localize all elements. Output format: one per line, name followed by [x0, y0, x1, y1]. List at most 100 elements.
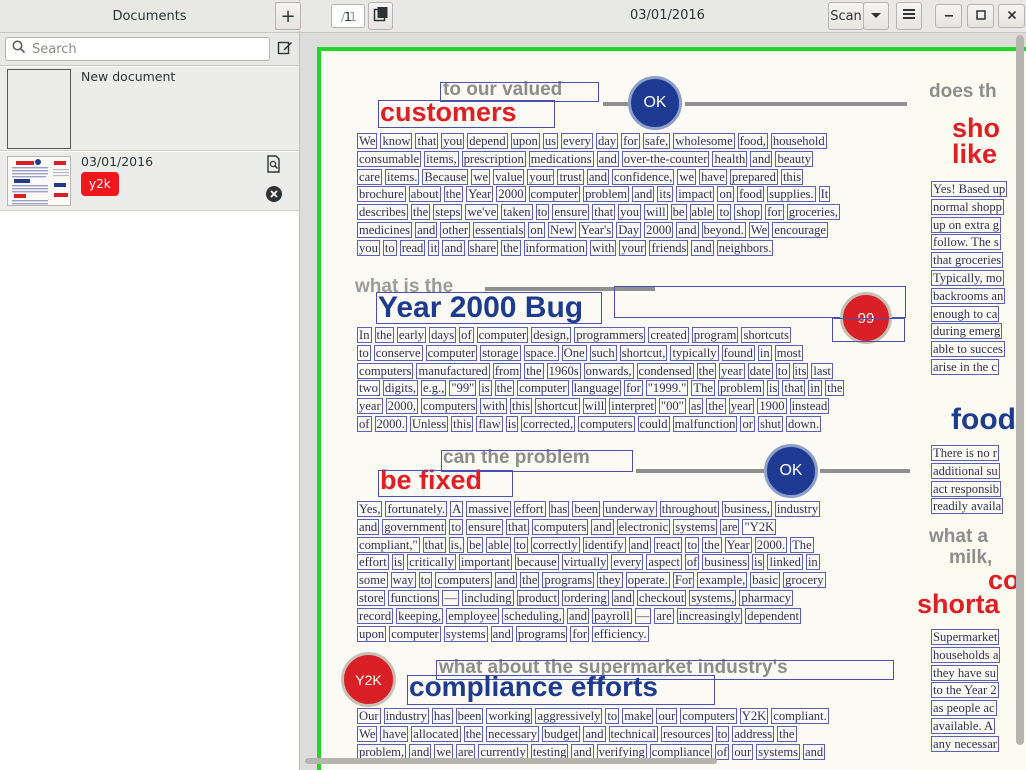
ocr-word: including — [461, 589, 514, 606]
delete-document-button[interactable] — [262, 184, 285, 207]
ocr-word: ensure — [466, 518, 504, 535]
text-line: In the early days of computer design, programme… — [357, 327, 897, 345]
ocr-word: computers — [421, 398, 478, 415]
ok-badge: OK — [764, 444, 818, 498]
ocr-word: flaw — [476, 415, 503, 432]
ocr-word: is — [479, 380, 492, 397]
ocr-word: typically — [670, 344, 719, 361]
minimize-button[interactable] — [935, 4, 962, 28]
right-paragraph-1: Yes! Based up normal shopp up on extra g fo… — [931, 181, 1026, 377]
ocr-word: For — [672, 572, 695, 589]
ocr-word: systems — [756, 743, 801, 760]
text-line: year 2000, computers with this shortcut will in… — [357, 398, 897, 416]
ocr-word: could — [637, 415, 670, 432]
search-field[interactable] — [5, 37, 270, 61]
ocr-word: computers — [680, 708, 737, 724]
text-line: to conserve computer storage space. One such sh… — [357, 344, 897, 363]
ocr-word: There is no r — [931, 445, 999, 461]
label-chip-y2k[interactable]: y2k — [81, 172, 119, 196]
ocr-word: corrected, — [521, 415, 576, 432]
add-document-button[interactable]: + — [275, 2, 301, 30]
document-row-y2k[interactable]: 03/01/2016 y2k — [0, 152, 299, 211]
ocr-word: Yes, — [357, 501, 383, 517]
ocr-word: shortcut, — [619, 344, 668, 361]
search-input[interactable] — [32, 41, 252, 57]
scan-options-button[interactable] — [863, 2, 889, 30]
ocr-word: value — [493, 168, 525, 185]
text-line: readily availa — [931, 498, 1026, 516]
new-document-button[interactable] — [273, 37, 297, 61]
document-thumbnail — [7, 156, 71, 206]
document-row-new[interactable]: New document — [0, 67, 299, 151]
ocr-word: e.g., — [421, 380, 447, 397]
text-line: some way to computers and the programs they oper… — [357, 572, 897, 590]
vertical-scrollbar[interactable] — [1016, 35, 1024, 745]
ocr-word: additional su — [931, 462, 1000, 479]
ocr-word: arise in the c — [931, 358, 999, 375]
ocr-word: of — [459, 327, 474, 343]
ocr-word: for — [624, 380, 643, 397]
ocr-word: shortcuts — [741, 327, 791, 343]
text-line: that groceries — [931, 252, 1026, 270]
ocr-word: and — [803, 743, 826, 760]
ocr-word: your — [619, 239, 647, 256]
ocr-word: from — [492, 362, 522, 379]
ocr-word: households a — [931, 646, 1001, 663]
ocr-word: the — [494, 380, 515, 397]
page-layout-button[interactable] — [368, 2, 393, 30]
ocr-word: government — [382, 518, 447, 535]
ocr-word: health — [712, 150, 748, 167]
ocr-word: items, — [424, 150, 459, 167]
ocr-word: know — [380, 133, 413, 149]
ocr-word: Year's — [578, 221, 614, 238]
ocr-word: shop — [734, 204, 763, 221]
ocr-word: have — [380, 725, 409, 742]
page-viewer[interactable]: to our valued customers OK We know that you… — [300, 33, 1026, 770]
hamburger-menu-icon — [902, 8, 916, 24]
document-title: New document — [81, 69, 176, 84]
ocr-word: and — [566, 607, 590, 624]
ocr-word: shut — [757, 415, 783, 432]
ocr-word: dependent — [745, 607, 802, 624]
text-line: There is no r — [931, 445, 1026, 463]
ocr-word: most — [774, 344, 804, 361]
open-document-button[interactable] — [262, 154, 285, 177]
ocr-word: record — [357, 607, 394, 624]
ocr-word: the — [443, 186, 464, 203]
ocr-word: Day — [616, 221, 642, 238]
ocr-box — [407, 675, 715, 705]
ocr-box — [376, 292, 602, 324]
close-window-button[interactable] — [998, 4, 1025, 28]
text-line: and government to ensure that computers and ele… — [357, 518, 897, 537]
maximize-button[interactable] — [967, 4, 994, 28]
ocr-word: computers — [435, 572, 492, 589]
text-line: consumable items, prescription medications a… — [357, 150, 897, 169]
ocr-word: 2000 — [644, 221, 674, 238]
horizontal-scrollbar[interactable] — [305, 758, 717, 764]
scan-button[interactable]: Scan — [828, 2, 864, 30]
scanned-page[interactable]: to our valued customers OK We know that you… — [317, 47, 1026, 770]
text-line: able to succes — [931, 341, 1026, 359]
ocr-word: conserve — [373, 344, 423, 361]
text-line: We have allocated the necessary budget and tech… — [357, 725, 897, 744]
page-content: to our valued customers OK We know that you… — [321, 51, 1026, 770]
ocr-word: compliant," — [357, 536, 420, 553]
ocr-word: computers — [531, 518, 589, 535]
ocr-word: are — [720, 518, 740, 535]
ocr-word: the — [374, 327, 394, 343]
ocr-word: for — [765, 204, 784, 221]
ocr-word: We — [748, 221, 770, 238]
ocr-word: to the Year 2 — [931, 682, 999, 699]
ok-badge: OK — [628, 76, 682, 130]
main-menu-button[interactable] — [896, 2, 922, 30]
ocr-word: condensed — [636, 362, 694, 379]
ocr-word: design, — [531, 327, 572, 343]
ocr-word: every — [561, 133, 593, 149]
ocr-word: checkout — [636, 589, 687, 606]
section1-paragraph: We know that you depend upon us every day for safe… — [357, 133, 897, 258]
documents-header: Documents — [0, 0, 299, 33]
ocr-word: 2000. — [374, 415, 407, 432]
text-line: during emerg — [931, 323, 1026, 341]
ocr-word: onwards, — [583, 362, 634, 379]
ocr-word: on — [528, 221, 546, 238]
